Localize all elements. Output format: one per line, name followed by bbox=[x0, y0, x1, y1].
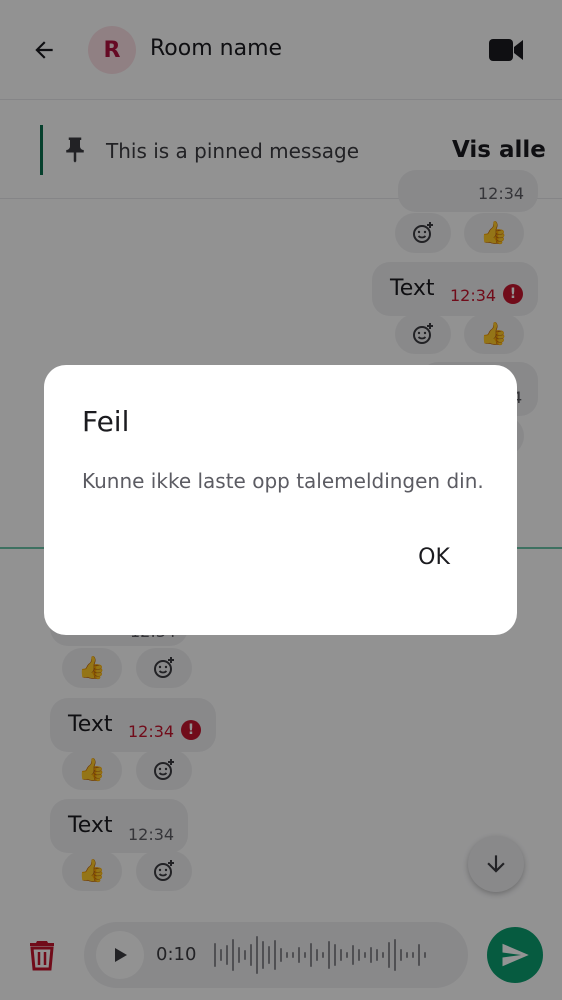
error-dialog: Feil Kunne ikke laste opp talemeldingen … bbox=[44, 365, 517, 635]
chat-screen: R Room name This is a pinned message Vis… bbox=[0, 0, 562, 1000]
dialog-title: Feil bbox=[82, 405, 130, 438]
dialog-message: Kunne ikke laste opp talemeldingen din. bbox=[82, 469, 484, 493]
ok-button[interactable]: OK bbox=[396, 533, 472, 581]
